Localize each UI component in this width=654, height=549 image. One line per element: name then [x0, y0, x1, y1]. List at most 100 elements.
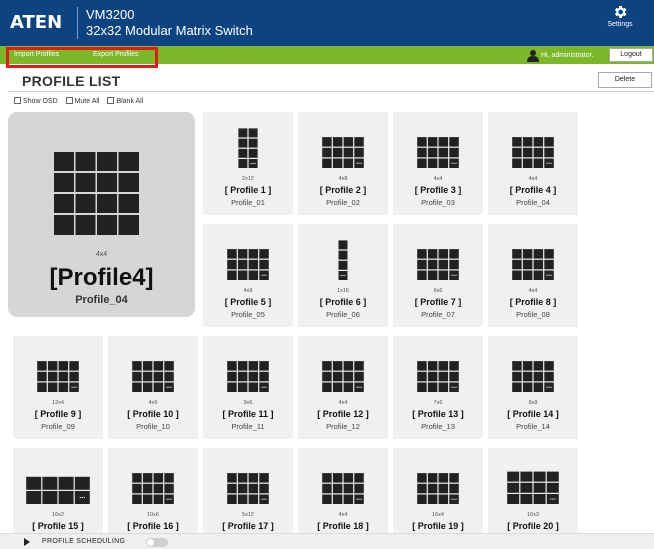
aten-logo: ATEN — [10, 12, 63, 33]
gear-icon — [614, 6, 627, 18]
delete-button[interactable]: Delete — [598, 72, 652, 88]
toggle-knob — [147, 539, 154, 546]
profile-card[interactable]: 4x4 [ Profile 8 ] Profile_08 — [488, 224, 578, 327]
settings-label: Settings — [607, 21, 633, 28]
user-greeting: Hi, administrator. — [541, 52, 594, 59]
profile-card[interactable]: 4x4 [ Profile 18 ] — [298, 448, 388, 533]
layout-grid-icon — [37, 361, 79, 392]
checkbox-box[interactable] — [14, 97, 21, 104]
profile-layout: 16x4 — [432, 512, 444, 518]
profile-card[interactable]: 4x8 [ Profile 2 ] Profile_02 — [298, 112, 388, 215]
layout-grid-icon — [417, 249, 459, 280]
profile-layout: 4x4 — [338, 512, 348, 518]
profile-card[interactable]: 16x3 [ Profile 20 ] — [488, 448, 578, 533]
layout-grid-icon — [227, 249, 269, 280]
profile-card[interactable]: 10x6 [ Profile 16 ] — [108, 448, 198, 533]
checkbox-label: Show OSD — [23, 98, 58, 105]
profile-card[interactable]: 9x6 [ Profile 11 ] Profile_11 — [203, 336, 293, 439]
profile-name: [ Profile 12 ] — [317, 409, 369, 419]
profile-card[interactable]: 4x9 [ Profile 10 ] Profile_10 — [108, 336, 198, 439]
layout-grid-icon — [417, 473, 459, 504]
profile-sub: Profile_05 — [231, 310, 265, 319]
profile-layout: 2x12 — [242, 176, 254, 182]
layout-grid-icon — [512, 137, 554, 168]
layout-grid-icon — [417, 361, 459, 392]
selected-profile-sub: Profile_04 — [75, 294, 128, 306]
profile-card[interactable]: 4x4 [ Profile 12 ] Profile_12 — [298, 336, 388, 439]
settings-button[interactable]: Settings — [598, 4, 642, 42]
profile-name: [ Profile 11 ] — [222, 409, 274, 419]
device-subtitle: 32x32 Modular Matrix Switch — [86, 23, 253, 38]
checkbox-box[interactable] — [65, 97, 73, 104]
options-row: Show OSD Mute All Blank All — [14, 96, 149, 107]
profile-layout: 7x6 — [433, 400, 443, 406]
header-divider — [77, 7, 78, 39]
show-osd-checkbox[interactable]: Show OSD — [14, 96, 58, 107]
profile-card[interactable]: 5x12 [ Profile 17 ] — [203, 448, 293, 533]
layout-grid-icon — [338, 240, 348, 280]
profile-name: [ Profile 14 ] — [507, 409, 559, 419]
profile-layout: 9x6 — [243, 400, 253, 406]
profile-sub: Profile_11 — [231, 422, 265, 431]
profile-card[interactable]: 2x12 [ Profile 1 ] Profile_01 — [203, 112, 293, 215]
layout-grid-icon — [417, 137, 459, 168]
profile-layout: 1x16 — [337, 288, 349, 294]
layout-grid-icon — [238, 128, 258, 168]
profile-layout: 4x9 — [243, 288, 253, 294]
checkbox-box[interactable] — [107, 97, 115, 104]
profile-layout: 4x4 — [528, 176, 538, 182]
profile-card[interactable]: 7x6 [ Profile 13 ] Profile_13 — [393, 336, 483, 439]
profile-layout: 4x4 — [433, 176, 443, 182]
expand-arrow-icon[interactable] — [24, 538, 30, 546]
profile-layout: 4x9 — [148, 400, 158, 406]
profile-name: [ Profile 20 ] — [507, 521, 559, 531]
layout-grid-icon — [227, 473, 269, 504]
profile-card[interactable]: 4x4 [ Profile 4 ] Profile_04 — [488, 112, 578, 215]
profile-name: [ Profile 7 ] — [414, 297, 462, 307]
layout-grid-icon — [322, 361, 364, 392]
title-divider — [8, 91, 654, 92]
mute-all-checkbox[interactable]: Mute All — [65, 96, 99, 107]
layout-grid-icon — [132, 361, 174, 392]
layout-grid-icon — [322, 473, 364, 504]
profile-card[interactable]: 8x8 [ Profile 14 ] Profile_14 — [488, 336, 578, 439]
logout-button[interactable]: Logout — [609, 48, 653, 62]
profile-card[interactable]: 16x4 [ Profile 19 ] — [393, 448, 483, 533]
profile-sub: Profile_10 — [136, 422, 170, 431]
profile-name: [ Profile 2 ] — [319, 185, 367, 195]
scheduling-toggle[interactable] — [146, 538, 168, 547]
profile-name: [ Profile 1 ] — [224, 185, 272, 195]
selected-profile-name: [Profile4] — [49, 264, 154, 291]
profile-layout: 4x8 — [338, 176, 348, 182]
layout-grid-icon — [512, 361, 554, 392]
layout-grid-icon — [132, 473, 174, 504]
selected-profile-card[interactable]: 4x4 [Profile4] Profile_04 — [8, 112, 195, 317]
profile-layout: 16x3 — [527, 512, 539, 518]
profile-layout: 12x4 — [52, 400, 64, 406]
profile-layout: 8x8 — [528, 400, 538, 406]
profile-sub: Profile_12 — [326, 422, 360, 431]
profile-name: [ Profile 16 ] — [127, 521, 179, 531]
profile-card[interactable]: 6x6 [ Profile 7 ] Profile_07 — [393, 224, 483, 327]
profile-card[interactable]: 16x2 [ Profile 15 ] — [13, 448, 103, 533]
layout-grid-icon — [322, 137, 364, 168]
profile-name: [ Profile 18 ] — [317, 521, 369, 531]
layout-grid-icon — [26, 476, 90, 504]
profile-card[interactable]: 4x4 [ Profile 3 ] Profile_03 — [393, 112, 483, 215]
blank-all-checkbox[interactable]: Blank All — [107, 96, 143, 107]
profile-name: [ Profile 9 ] — [34, 409, 82, 419]
selected-profile-layout: 4x4 — [95, 251, 108, 258]
layout-grid-icon — [227, 361, 269, 392]
scheduling-bar: PROFILE SCHEDULING — [0, 533, 654, 549]
profile-name: [ Profile 5 ] — [224, 297, 272, 307]
profile-card[interactable]: 12x4 [ Profile 9 ] Profile_09 — [13, 336, 103, 439]
scheduling-label: PROFILE SCHEDULING — [42, 538, 126, 545]
profile-name: [ Profile 19 ] — [412, 521, 464, 531]
profile-card[interactable]: 4x9 [ Profile 5 ] Profile_05 — [203, 224, 293, 327]
profile-card[interactable]: 1x16 [ Profile 6 ] Profile_06 — [298, 224, 388, 327]
profile-name: [ Profile 8 ] — [509, 297, 557, 307]
highlight-box — [6, 47, 158, 68]
profile-sub: Profile_03 — [421, 198, 455, 207]
profile-name: [ Profile 13 ] — [412, 409, 464, 419]
page-title: PROFILE LIST — [22, 73, 121, 89]
